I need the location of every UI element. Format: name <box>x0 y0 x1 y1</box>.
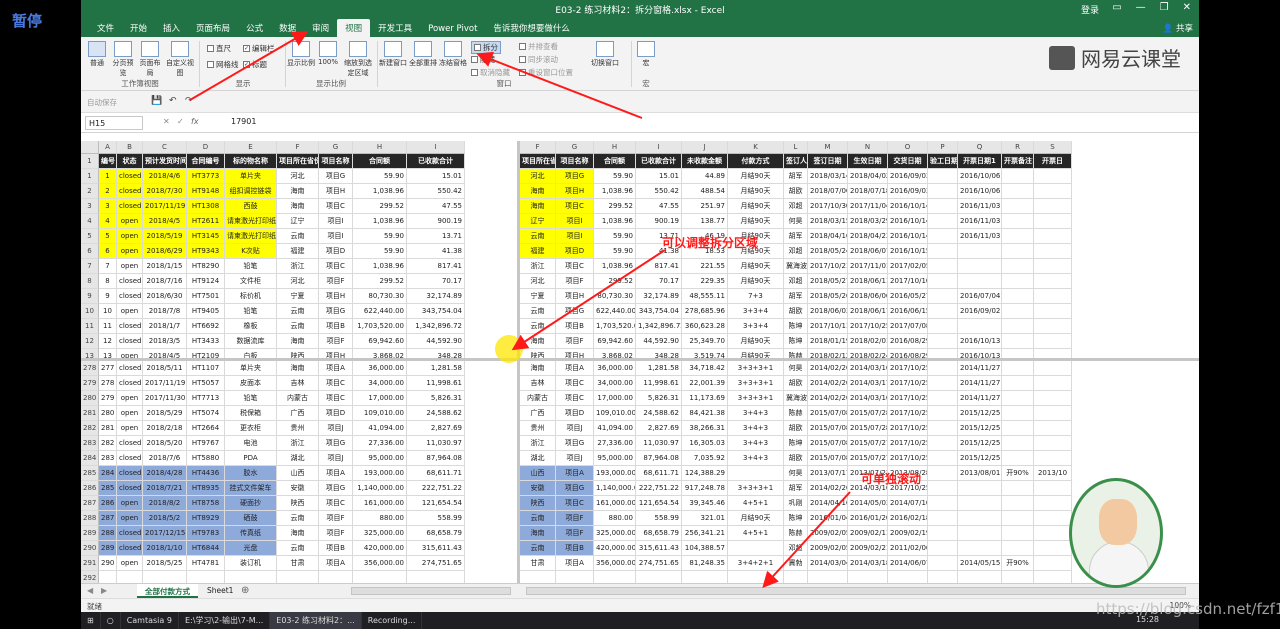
instructor-avatar <box>1069 478 1163 588</box>
annotation-independent-scroll: 可单独滚动 <box>861 472 922 486</box>
arrow-to-view-tab <box>189 30 309 101</box>
arrow-to-split-button <box>476 51 643 119</box>
avatar-face <box>1099 499 1137 545</box>
csdn-watermark: https://blog.csdn.net/fzf1996 <box>1096 600 1280 618</box>
avatar-body <box>1089 541 1149 585</box>
arrow-to-split-region <box>511 249 666 351</box>
annotation-adjust-split: 可以调整拆分区域 <box>662 236 759 250</box>
arrow-to-scrollbar <box>762 491 851 588</box>
